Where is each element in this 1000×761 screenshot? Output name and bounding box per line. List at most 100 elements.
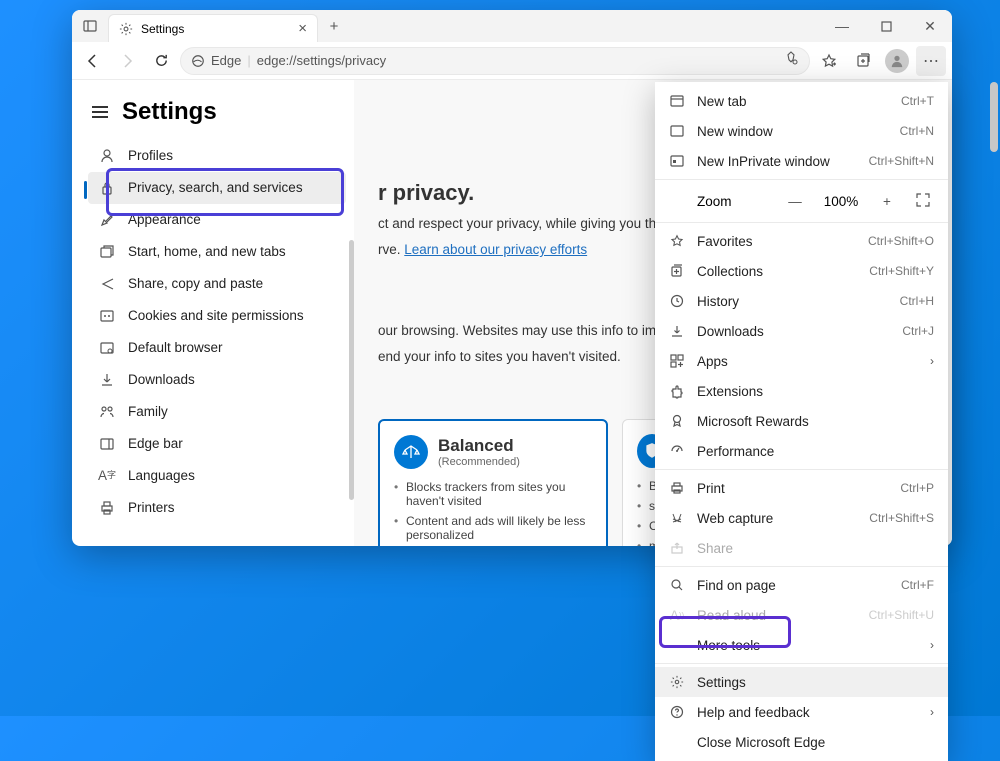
menu-print[interactable]: PrintCtrl+P xyxy=(655,473,948,503)
menu-share: Share xyxy=(655,533,948,563)
address-url: edge://settings/privacy xyxy=(257,53,386,68)
inprivate-icon xyxy=(669,153,685,169)
help-icon xyxy=(669,704,685,720)
menu-performance[interactable]: Performance xyxy=(655,436,948,466)
menu-help[interactable]: Help and feedback› xyxy=(655,697,948,727)
rewards-icon xyxy=(669,413,685,429)
sidebar-item-printers[interactable]: Printers xyxy=(88,492,346,524)
chevron-right-icon: › xyxy=(930,354,934,368)
zoom-in-button[interactable]: + xyxy=(876,194,898,209)
balanced-icon xyxy=(394,435,428,469)
window-icon xyxy=(669,93,685,109)
close-tab-button[interactable]: × xyxy=(298,20,307,37)
new-tab-button[interactable]: + xyxy=(318,10,350,42)
menu-settings[interactable]: Settings xyxy=(655,667,948,697)
gear-icon xyxy=(119,22,133,36)
edge-icon xyxy=(191,54,205,68)
tabs-icon xyxy=(98,243,116,261)
sidebar-item-languages[interactable]: A字Languages xyxy=(88,460,346,492)
sidebar-icon xyxy=(98,435,116,453)
cookie-icon xyxy=(98,307,116,325)
star-icon xyxy=(669,233,685,249)
history-icon xyxy=(669,293,685,309)
scroll-thumb[interactable] xyxy=(990,82,998,152)
search-icon xyxy=(669,577,685,593)
family-icon xyxy=(98,403,116,421)
menu-history[interactable]: HistoryCtrl+H xyxy=(655,286,948,316)
new-window-icon xyxy=(669,123,685,139)
capture-icon xyxy=(669,510,685,526)
menu-downloads[interactable]: DownloadsCtrl+J xyxy=(655,316,948,346)
read-aloud-icon: A)) xyxy=(669,607,685,623)
menu-zoom: Zoom — 100% + xyxy=(655,183,948,219)
close-window-button[interactable]: ✕ xyxy=(908,10,952,42)
menu-find[interactable]: Find on pageCtrl+F xyxy=(655,570,948,600)
maximize-button[interactable] xyxy=(864,10,908,42)
zoom-level: 100% xyxy=(820,194,862,209)
back-button[interactable] xyxy=(78,46,108,76)
profile-icon xyxy=(98,147,116,165)
collections-button[interactable] xyxy=(848,46,878,76)
browser-tab[interactable]: Settings × xyxy=(108,14,318,42)
share-icon xyxy=(98,275,116,293)
title-bar: Settings × + — ✕ xyxy=(72,10,952,42)
print-icon xyxy=(669,480,685,496)
sidebar-item-family[interactable]: Family xyxy=(88,396,346,428)
fullscreen-button[interactable] xyxy=(912,193,934,210)
menu-extensions[interactable]: Extensions xyxy=(655,376,948,406)
menu-close-edge[interactable]: Close Microsoft Edge xyxy=(655,727,948,757)
app-menu: New tabCtrl+T New windowCtrl+N New InPri… xyxy=(655,82,948,761)
menu-scrollbar[interactable] xyxy=(988,82,1000,702)
favorites-button[interactable] xyxy=(814,46,844,76)
menu-collections[interactable]: CollectionsCtrl+Shift+Y xyxy=(655,256,948,286)
menu-favorites[interactable]: FavoritesCtrl+Shift+O xyxy=(655,226,948,256)
tab-actions-button[interactable] xyxy=(72,10,108,42)
address-prefix: Edge xyxy=(211,53,241,68)
menu-icon[interactable] xyxy=(92,106,108,118)
sidebar-item-downloads[interactable]: Downloads xyxy=(88,364,346,396)
sidebar-item-start[interactable]: Start, home, and new tabs xyxy=(88,236,346,268)
gear-icon xyxy=(669,674,685,690)
extensions-icon xyxy=(669,383,685,399)
avatar-icon xyxy=(885,49,909,73)
app-menu-button[interactable]: ⋯ xyxy=(916,46,946,76)
menu-inprivate[interactable]: New InPrivate windowCtrl+Shift+N xyxy=(655,146,948,176)
chevron-right-icon: › xyxy=(930,705,934,719)
minimize-button[interactable]: — xyxy=(820,10,864,42)
address-input[interactable]: Edge | edge://settings/privacy xyxy=(180,47,810,75)
tab-actions-icon xyxy=(83,19,97,33)
privacy-link[interactable]: Learn about our privacy efforts xyxy=(404,242,587,257)
highlight-privacy xyxy=(106,168,344,216)
menu-new-tab[interactable]: New tabCtrl+T xyxy=(655,86,948,116)
performance-icon xyxy=(669,443,685,459)
page-title: Settings xyxy=(122,98,217,126)
apps-icon xyxy=(669,353,685,369)
sidebar-item-default-browser[interactable]: Default browser xyxy=(88,332,346,364)
forward-button xyxy=(112,46,142,76)
menu-more-tools[interactable]: More tools› xyxy=(655,630,948,660)
sidebar-item-cookies[interactable]: Cookies and site permissions xyxy=(88,300,346,332)
refresh-button[interactable] xyxy=(146,46,176,76)
download-icon xyxy=(669,323,685,339)
menu-new-window[interactable]: New windowCtrl+N xyxy=(655,116,948,146)
sidebar-item-edgebar[interactable]: Edge bar xyxy=(88,428,346,460)
menu-apps[interactable]: Apps› xyxy=(655,346,948,376)
browser-icon xyxy=(98,339,116,357)
menu-web-capture[interactable]: Web captureCtrl+Shift+S xyxy=(655,503,948,533)
language-icon: A字 xyxy=(98,467,116,485)
share-icon xyxy=(669,540,685,556)
chevron-right-icon: › xyxy=(930,638,934,652)
menu-rewards[interactable]: Microsoft Rewards xyxy=(655,406,948,436)
profile-button[interactable] xyxy=(882,46,912,76)
tab-title: Settings xyxy=(141,22,184,36)
menu-read-aloud: A))Read aloudCtrl+Shift+U xyxy=(655,600,948,630)
sidebar-item-share[interactable]: Share, copy and paste xyxy=(88,268,346,300)
tracking-card-balanced[interactable]: Balanced(Recommended) Blocks trackers fr… xyxy=(378,419,608,546)
zoom-out-button[interactable]: — xyxy=(784,194,806,209)
printer-icon xyxy=(98,499,116,517)
settings-sidebar: Settings Profiles Privacy, search, and s… xyxy=(72,80,354,546)
download-icon xyxy=(98,371,116,389)
collections-icon xyxy=(669,263,685,279)
address-bar: Edge | edge://settings/privacy ⋯ xyxy=(72,42,952,80)
site-info-button[interactable] xyxy=(783,51,799,70)
